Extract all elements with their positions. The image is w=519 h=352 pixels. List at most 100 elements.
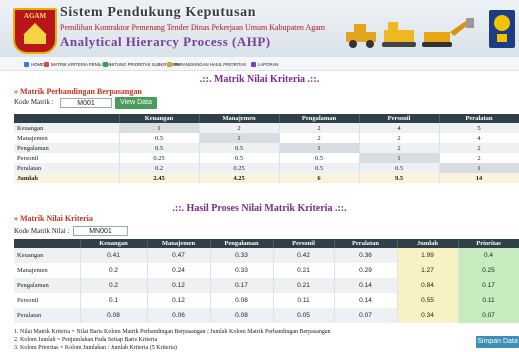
table-cell: 2 — [359, 133, 440, 143]
table-cell: 0.08 — [210, 308, 274, 323]
table-cell: 1 — [119, 123, 200, 133]
table-cell: 1 — [199, 133, 280, 143]
table-cell: 0.06 — [147, 308, 211, 323]
row-label: Pengalaman — [14, 143, 120, 153]
matrix-icon — [44, 61, 49, 67]
sub-label-matrik-nilai: » Matrik Nilai Kriteria — [14, 214, 93, 223]
table-header: Personil — [359, 114, 440, 123]
nav-item-matrik-kriteria[interactable]: MATRIK KRITERIA PENILAIAN — [44, 60, 111, 68]
app-header: AGAM Sistem Pendukung Keputusan Pemiliha… — [0, 0, 519, 58]
table-cell: 2 — [439, 143, 519, 153]
nav-item-laporan[interactable]: LAPORAN — [251, 60, 279, 68]
table-cell: 14 — [439, 173, 519, 183]
table-cell: 1 — [359, 153, 440, 163]
sub-label-perbandingan: » Matrik Perbandingan Berpasangan — [14, 87, 142, 96]
table-cell: 6 — [279, 173, 360, 183]
construction-machines-image — [346, 18, 474, 48]
table-cell: 0.11 — [273, 293, 335, 308]
table-cell: 2 — [439, 153, 519, 163]
prioritas-cell: 0.11 — [458, 293, 519, 308]
nav-label: PERANGKINGAN HASIL PRIORITAS — [174, 61, 247, 67]
table-row: Peralatan 0.2 0.25 0.5 0.5 1 — [14, 163, 519, 173]
matrix-comparison-table: Keuangan Manajemen Pengalaman Personil P… — [14, 114, 519, 183]
table-cell: 0.21 — [273, 263, 335, 278]
home-icon — [24, 61, 29, 67]
table-cell: 0.12 — [147, 293, 211, 308]
table-cell: 0.41 — [80, 248, 148, 263]
table-cell: 0.05 — [273, 308, 335, 323]
logo-base-shape — [24, 35, 46, 44]
table-cell: 0.14 — [334, 278, 398, 293]
table-cell: 0.2 — [80, 263, 148, 278]
kode-matrik-nilai-input[interactable]: MN001 — [73, 226, 128, 236]
table-header: Personil — [273, 239, 335, 248]
table-header — [14, 239, 81, 248]
table-cell: 0.25 — [199, 163, 280, 173]
table-cell: 0.33 — [210, 263, 274, 278]
table-row: Peralatan 0.08 0.06 0.08 0.05 0.07 0.34 … — [14, 308, 519, 323]
table-cell: 0.1 — [80, 293, 148, 308]
table-cell: 2.45 — [119, 173, 200, 183]
formula-notes: 1. Nilai Matrik Kriteria = Nilai Baris K… — [14, 328, 330, 352]
table-cell: 0.2 — [119, 163, 200, 173]
table-row: Keuangan 0.41 0.47 0.33 0.42 0.36 1.99 0… — [14, 248, 519, 263]
table-header — [14, 114, 120, 123]
kode-matrik-input[interactable]: M001 — [60, 98, 112, 108]
table-cell: 0.5 — [199, 153, 280, 163]
app-title: Sistem Pendukung Keputusan — [60, 5, 257, 20]
row-label: Peralatan — [14, 308, 81, 323]
row-label: Jumlah — [14, 173, 120, 183]
table-cell: 0.25 — [119, 153, 200, 163]
logo-text: AGAM — [23, 12, 47, 20]
table-total-row: Jumlah 2.45 4.25 6 9.5 14 — [14, 173, 519, 183]
prioritas-cell: 0.4 — [458, 248, 519, 263]
table-cell: 5 — [439, 123, 519, 133]
table-cell: 1 — [439, 163, 519, 173]
jumlah-cell: 1.99 — [397, 248, 459, 263]
prioritas-cell: 0.17 — [458, 278, 519, 293]
report-icon — [251, 61, 256, 67]
table-header: Keuangan — [80, 239, 148, 248]
table-cell: 0.5 — [119, 133, 200, 143]
table-cell: 2 — [279, 123, 360, 133]
table-header: Pengalaman — [279, 114, 360, 123]
table-header: Manajemen — [147, 239, 211, 248]
table-cell: 0.5 — [279, 163, 360, 173]
app-subtitle: Pemilihan Kontraktor Pemenang Tender Din… — [60, 23, 326, 32]
save-data-button[interactable]: Simpan Data — [476, 336, 519, 348]
prioritas-cell: 0.07 — [458, 308, 519, 323]
table-cell: 4 — [439, 133, 519, 143]
section-title-hasil: .::. Hasil Proses Nilai Matrik Kriteria … — [172, 203, 347, 214]
table-row: Manajemen 0.2 0.24 0.33 0.21 0.29 1.27 0… — [14, 263, 519, 278]
table-cell: 0.5 — [199, 143, 280, 153]
table-cell: 0.14 — [334, 293, 398, 308]
table-row: Manajemen 0.5 1 2 2 4 — [14, 133, 519, 143]
nav-item-perangkingan[interactable]: PERANGKINGAN HASIL PRIORITAS — [167, 60, 246, 68]
table-cell: 0.2 — [80, 278, 148, 293]
table-cell: 9.5 — [359, 173, 440, 183]
nav-item-home[interactable]: HOME — [24, 60, 44, 68]
logo-roof-shape — [23, 23, 47, 35]
table-cell: 0.5 — [119, 143, 200, 153]
table-cell: 0.24 — [147, 263, 211, 278]
table-cell: 0.42 — [273, 248, 335, 263]
table-cell: 0.17 — [210, 278, 274, 293]
table-header: Manajemen — [199, 114, 280, 123]
table-header: Jumlah — [397, 239, 459, 248]
row-label: Personil — [14, 153, 120, 163]
table-cell: 0.36 — [334, 248, 398, 263]
table-row: Keuangan 1 2 2 4 5 — [14, 123, 519, 133]
kode-matrik-nilai-label: Kode Matrik Nilai : — [14, 227, 70, 235]
calc-icon — [103, 61, 108, 67]
table-cell: 2 — [279, 133, 360, 143]
table-header: Keuangan — [119, 114, 200, 123]
row-label: Manajemen — [14, 263, 81, 278]
table-cell: 4 — [359, 123, 440, 133]
table-header: Peralatan — [439, 114, 519, 123]
view-data-button[interactable]: View Data — [115, 97, 157, 109]
row-label: Keuangan — [14, 123, 120, 133]
table-row: Personil 0.25 0.5 0.5 1 2 — [14, 153, 519, 163]
row-label: Peralatan — [14, 163, 120, 173]
table-cell: 0.07 — [334, 308, 398, 323]
rank-icon — [167, 61, 172, 67]
